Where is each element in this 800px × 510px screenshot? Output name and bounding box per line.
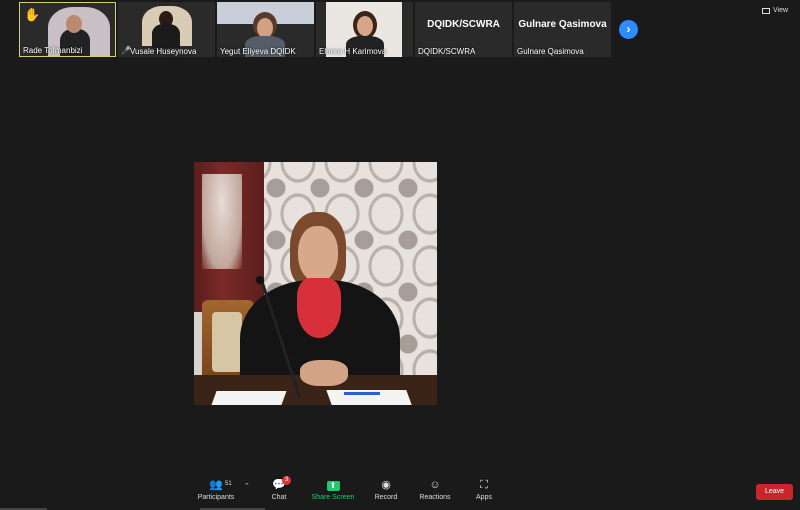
- participant-tile[interactable]: 🎤 Vusale Huseynova: [118, 2, 215, 57]
- caret-up-icon[interactable]: ⌃: [244, 482, 250, 490]
- raised-hand-icon: ✋: [24, 7, 41, 22]
- apps-button[interactable]: ⛶ Apps: [472, 478, 496, 501]
- participant-display-name: DQIDK/SCWRA: [427, 19, 500, 30]
- participant-name: DQIDK/SCWRA: [418, 47, 476, 56]
- participant-name: Elnera H Karimova: [319, 47, 387, 56]
- participant-tile[interactable]: DQIDK/SCWRA DQIDK/SCWRA: [415, 2, 512, 57]
- participant-name: Gulnare Qasimova: [517, 47, 584, 56]
- share-screen-icon: ⬆: [310, 478, 356, 492]
- reactions-icon: ☺: [429, 479, 441, 491]
- participant-tile[interactable]: ✋ Rade Tofmanbizi: [19, 2, 116, 57]
- record-icon: ◉: [381, 479, 391, 491]
- grid-icon: [762, 7, 770, 14]
- participant-tile[interactable]: Elnera H Karimova: [316, 2, 413, 57]
- reactions-button[interactable]: ☺ Reactions: [416, 478, 454, 501]
- view-button[interactable]: View: [762, 7, 788, 14]
- gallery-strip: ✋ Rade Tofmanbizi 🎤 Vusale Huseynova ⌃ Y…: [0, 0, 800, 60]
- participant-tile[interactable]: ⌃ Yegut Eliyeva DQIDK: [217, 2, 314, 57]
- participant-name: Rade Tofmanbizi: [23, 46, 83, 55]
- chat-unread-badge: 3: [282, 476, 291, 485]
- record-button[interactable]: ◉ Record: [372, 478, 400, 501]
- meeting-toolbar: 👥 Participants 51 ⌃ 💬 Chat 3 ⬆ Share Scr…: [0, 470, 800, 510]
- participant-name: Vusale Huseynova: [130, 47, 197, 56]
- next-page-button[interactable]: ›: [619, 20, 638, 39]
- participant-display-name: Gulnare Qasimova: [518, 19, 607, 30]
- participants-count: 51: [225, 481, 232, 487]
- view-label: View: [773, 7, 789, 14]
- apps-icon: ⛶: [480, 479, 488, 491]
- active-speaker-video: [194, 162, 437, 405]
- chevron-right-icon: ›: [626, 22, 631, 36]
- participant-name: Yegut Eliyeva DQIDK: [220, 47, 296, 56]
- leave-button[interactable]: Leave: [756, 484, 793, 500]
- share-screen-button[interactable]: ⬆ Share Screen: [310, 478, 356, 501]
- speaker-face: [298, 226, 338, 282]
- participant-tile[interactable]: Gulnare Qasimova Gulnare Qasimova: [514, 2, 611, 57]
